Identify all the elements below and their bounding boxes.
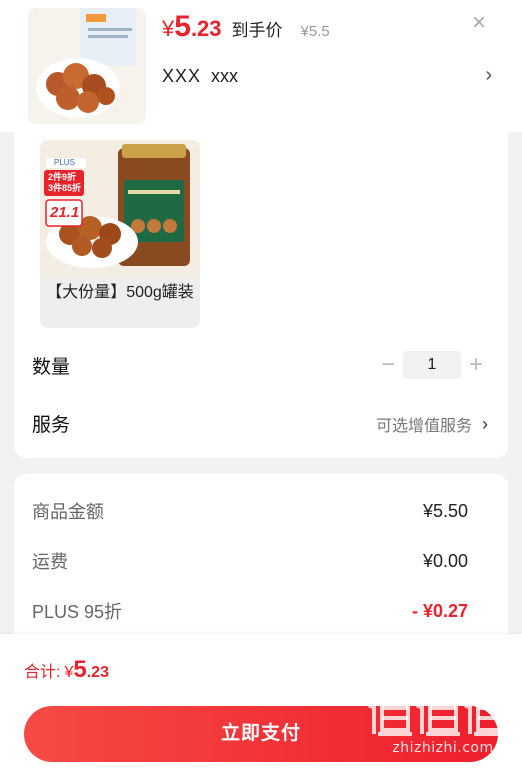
chevron-right-icon: › (482, 413, 488, 434)
total-currency: ¥ (64, 664, 74, 681)
total-integer: 5 (73, 656, 87, 683)
sku-image-promo2: 3件85折 (48, 183, 82, 193)
quantity-input[interactable]: 1 (403, 351, 461, 379)
price-row: ¥ 5 .23 到手价 ¥5.5 (162, 10, 330, 44)
price-note: 到手价 (231, 21, 283, 40)
sku-image-promo1: 2件9折 (48, 172, 77, 182)
minus-icon[interactable]: − (374, 351, 402, 379)
amount-row-discount: PLUS 95折 - ¥0.27 (32, 596, 468, 626)
amount-value: ¥5.50 (422, 500, 468, 521)
service-value: 可选增值服务 (375, 418, 472, 435)
product-summary-header: ¥ 5 .23 到手价 ¥5.5 × XXX xxx › (0, 0, 522, 132)
options-card: PLUS 2件9折 3件85折 21.1 【大份量】500g罐装 数量 − 1 … (14, 132, 508, 458)
sku-image-badge: PLUS (54, 158, 75, 167)
close-icon[interactable]: × (466, 10, 492, 36)
total-decimal: .23 (86, 664, 109, 681)
total-label: 合计: (24, 664, 61, 681)
pay-now-button[interactable]: 立即支付 (24, 706, 498, 762)
amount-label: 运费 (32, 552, 68, 572)
price-decimal: .23 (190, 16, 222, 41)
amount-label: PLUS 95折 (32, 602, 123, 622)
variant-secondary: xxx (211, 65, 239, 86)
sku-image-price: 21.1 (50, 204, 80, 221)
quantity-stepper: − 1 + (374, 350, 490, 380)
discount-value: - ¥0.27 (411, 600, 468, 621)
service-label: 服务 (32, 415, 71, 436)
amount-card: 商品金额 ¥5.50 运费 ¥0.00 PLUS 95折 - ¥0.27 (14, 474, 508, 644)
price-currency: ¥ (162, 16, 175, 41)
order-total: 合计: ¥ 5 .23 (24, 656, 109, 684)
quantity-label: 数量 (32, 357, 71, 378)
variant-selector[interactable]: XXX xxx › (162, 62, 492, 90)
amount-label: 商品金额 (32, 502, 104, 522)
chevron-right-icon: › (485, 64, 492, 86)
product-thumbnail (28, 8, 146, 124)
price-integer: 5 (174, 10, 191, 43)
service-selector[interactable]: 可选增值服务 › (376, 412, 488, 436)
amount-value: ¥0.00 (422, 550, 468, 571)
sku-label: 【大份量】500g罐装 (46, 284, 194, 301)
plus-icon[interactable]: + (462, 351, 490, 379)
original-price: ¥5.5 (300, 23, 330, 40)
sku-image: PLUS 2件9折 3件85折 21.1 (40, 140, 200, 278)
sku-option[interactable]: PLUS 2件9折 3件85折 21.1 【大份量】500g罐装 (40, 140, 200, 328)
variant-primary: XXX (162, 65, 202, 86)
amount-row-goods: 商品金额 ¥5.50 (32, 496, 468, 526)
amount-row-shipping: 运费 ¥0.00 (32, 546, 468, 576)
checkout-bar: 合计: ¥ 5 .23 立即支付 (0, 634, 522, 768)
